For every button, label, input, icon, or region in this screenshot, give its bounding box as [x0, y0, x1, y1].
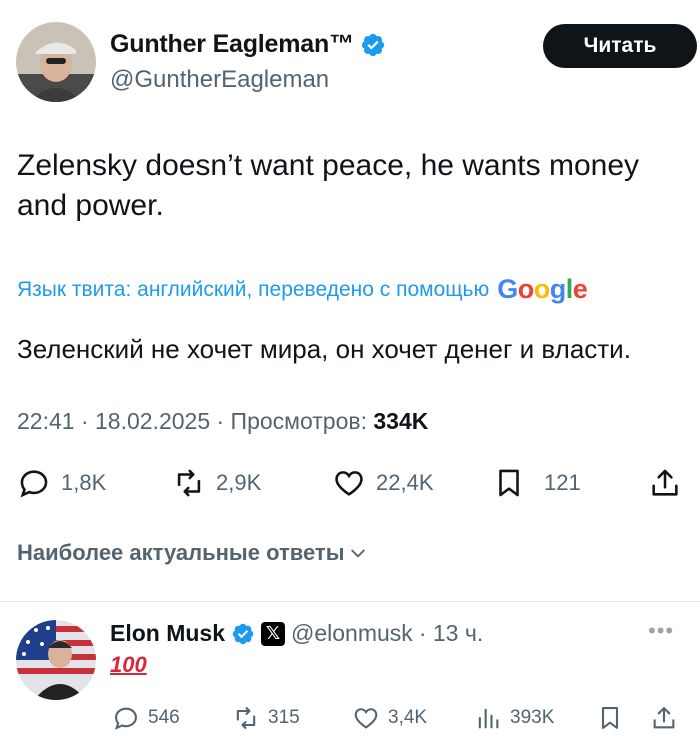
top-replies-sort[interactable]: Наиболее актуальные ответы — [17, 540, 368, 566]
translated-text: Зеленский не хочет мира, он хочет денег … — [17, 334, 631, 364]
google-logo: Google — [497, 274, 588, 304]
timestamp[interactable]: 22:41 · 18.02.2025 · Просмотров: — [17, 408, 367, 434]
verified-badge-icon — [232, 623, 254, 644]
reply-views-button[interactable]: 393K — [474, 704, 554, 732]
verified-badge-icon — [361, 33, 384, 56]
reply-reply-button[interactable]: 546 — [112, 704, 180, 732]
author-handle[interactable]: @GuntherEagleman — [110, 66, 329, 94]
retweet-button[interactable]: 2,9K — [172, 466, 261, 500]
reply-actions: 546 315 3,4K 393K — [0, 700, 700, 736]
bookmark-icon — [601, 707, 619, 729]
reply-author-name[interactable]: Elon Musk — [110, 620, 225, 647]
tweet-meta: 22:41 · 18.02.2025 · Просмотров: 334K — [17, 408, 428, 435]
heart-icon — [354, 708, 378, 729]
retweet-icon — [236, 707, 256, 729]
x-affiliate-badge: 𝕏 — [261, 621, 286, 646]
reply-retweet-count: 315 — [268, 707, 300, 728]
share-icon — [652, 469, 678, 496]
reply-retweet-button[interactable]: 315 — [232, 704, 300, 732]
more-options-icon[interactable]: ••• — [648, 618, 674, 644]
translation-info[interactable]: Язык твита: английский, переведено с пом… — [17, 274, 588, 305]
tweet-text: Zelensky doesn’t want peace, he wants mo… — [17, 149, 640, 222]
bookmark-icon — [499, 469, 519, 497]
tweet-actions: 1,8K 2,9K 22,4K 121 — [0, 462, 700, 508]
reply-icon — [114, 707, 137, 730]
reply-reply-count: 546 — [148, 707, 180, 728]
author-name[interactable]: Gunther Eagleman™ — [110, 30, 354, 59]
reply-handle[interactable]: @elonmusk — [291, 620, 413, 647]
reply-views-count: 393K — [510, 707, 555, 728]
reply-header[interactable]: Elon Musk 𝕏 @elonmusk · 13 ч. — [110, 620, 483, 647]
reply-share-button[interactable] — [650, 704, 678, 732]
reply-bookmark-button[interactable] — [596, 704, 624, 732]
top-replies-label: Наиболее актуальные ответы — [17, 540, 345, 565]
author-avatar[interactable] — [16, 22, 96, 102]
views-count: 334K — [373, 408, 429, 434]
reply-like-count: 3,4K — [388, 707, 428, 728]
reply-avatar[interactable] — [16, 620, 96, 700]
reply-text: 100💯 — [110, 652, 147, 677]
divider — [0, 601, 700, 602]
chevron-down-icon — [351, 549, 366, 558]
like-button[interactable]: 22,4K — [332, 466, 434, 500]
author-name-row[interactable]: Gunther Eagleman™ — [110, 30, 386, 59]
reply-count: 1,8K — [61, 470, 107, 495]
bar-chart-icon — [478, 708, 499, 729]
retweet-icon — [177, 469, 201, 497]
retweet-count: 2,9K — [216, 470, 262, 495]
reply-time[interactable]: · 13 ч. — [419, 620, 483, 647]
reply-button[interactable]: 1,8K — [17, 466, 106, 500]
bookmark-count: 121 — [544, 470, 581, 495]
reply-like-button[interactable]: 3,4K — [352, 704, 427, 732]
follow-button[interactable]: Читать — [543, 24, 697, 68]
bookmark-button[interactable]: 121 — [492, 466, 581, 500]
translation-label: Язык твита: английский, переведено с пом… — [17, 277, 490, 301]
reply-icon — [20, 470, 48, 498]
like-count: 22,4K — [376, 470, 434, 495]
heart-icon — [335, 471, 363, 496]
share-icon — [653, 707, 675, 729]
share-button[interactable] — [648, 466, 682, 500]
